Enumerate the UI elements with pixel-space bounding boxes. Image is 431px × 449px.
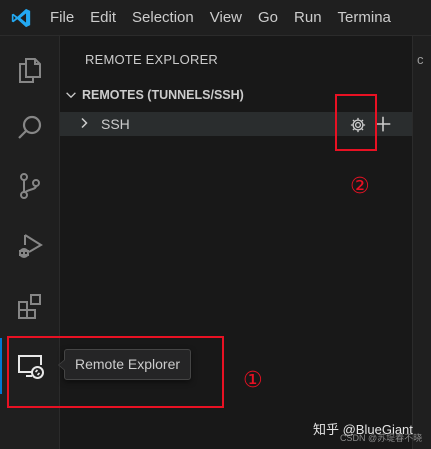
menu-bar: File Edit Selection View Go Run Termina xyxy=(42,0,399,36)
chevron-right-icon xyxy=(76,115,92,136)
section-title: REMOTES (TUNNELS/SSH) xyxy=(82,88,244,102)
watermark-sub: CSDN @苏堤春不晓 xyxy=(340,433,423,443)
annotation-marker-1: ① xyxy=(243,368,263,393)
activity-run-debug[interactable] xyxy=(0,218,60,274)
annotation-box-2 xyxy=(335,94,377,151)
vscode-logo-icon xyxy=(11,8,31,28)
title-bar: File Edit Selection View Go Run Termina xyxy=(0,0,431,36)
menu-run[interactable]: Run xyxy=(286,0,330,36)
search-icon xyxy=(18,115,42,139)
menu-terminal[interactable]: Termina xyxy=(330,0,399,36)
activity-explorer[interactable] xyxy=(0,42,60,98)
activity-extensions[interactable] xyxy=(0,278,60,334)
menu-view[interactable]: View xyxy=(202,0,250,36)
menu-selection[interactable]: Selection xyxy=(124,0,202,36)
activity-source-control[interactable] xyxy=(0,158,60,214)
chevron-down-icon xyxy=(60,88,82,102)
annotation-marker-2: ② xyxy=(350,174,370,199)
menu-edit[interactable]: Edit xyxy=(82,0,124,36)
menu-file[interactable]: File xyxy=(42,0,82,36)
tree-item-label: SSH xyxy=(101,116,130,132)
editor-tab-fragment: c xyxy=(417,52,424,67)
panel-title: REMOTE EXPLORER xyxy=(85,52,219,67)
annotation-box-1 xyxy=(7,336,224,408)
source-control-icon xyxy=(20,173,40,199)
editor-area: c xyxy=(412,36,431,449)
run-debug-icon xyxy=(19,234,43,258)
menu-go[interactable]: Go xyxy=(250,0,286,36)
extensions-icon xyxy=(18,294,41,319)
activity-search[interactable] xyxy=(0,100,60,156)
explorer-files-icon xyxy=(19,58,41,83)
